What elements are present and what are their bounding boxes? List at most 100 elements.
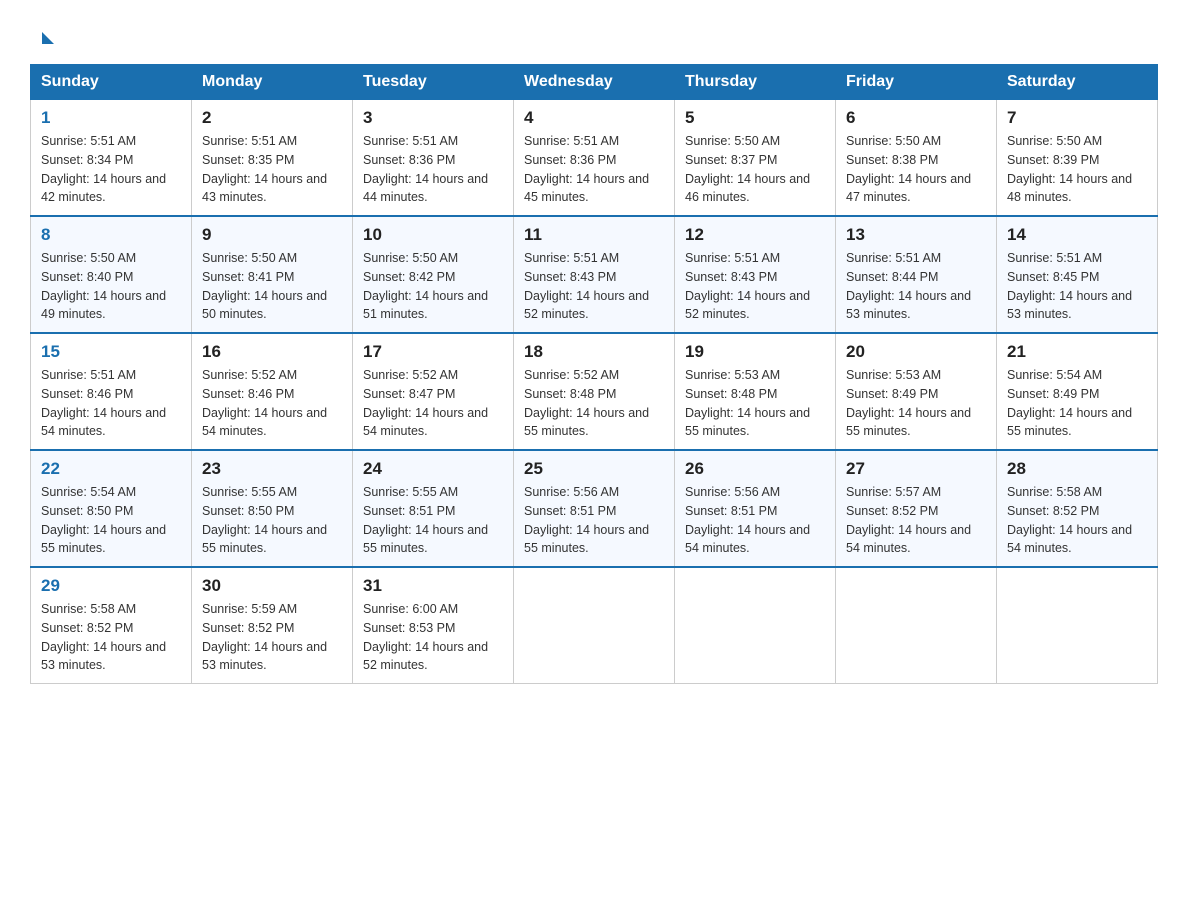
logo	[30, 20, 54, 48]
table-row: 8 Sunrise: 5:50 AMSunset: 8:40 PMDaylight…	[31, 216, 192, 333]
day-number: 28	[1007, 459, 1147, 479]
day-number: 22	[41, 459, 181, 479]
table-row	[836, 567, 997, 684]
table-row: 27 Sunrise: 5:57 AMSunset: 8:52 PMDayligh…	[836, 450, 997, 567]
table-row: 16Sunrise: 5:52 AMSunset: 8:46 PMDayligh…	[192, 333, 353, 450]
day-number: 18	[524, 342, 664, 362]
day-number: 14	[1007, 225, 1147, 245]
table-row: 25Sunrise: 5:56 AMSunset: 8:51 PMDayligh…	[514, 450, 675, 567]
day-number: 26	[685, 459, 825, 479]
day-number: 5	[685, 108, 825, 128]
day-info: Sunrise: 5:50 AMSunset: 8:37 PMDaylight:…	[685, 132, 825, 207]
day-info: Sunrise: 5:51 AMSunset: 8:43 PMDaylight:…	[524, 249, 664, 324]
day-info: Sunrise: 5:56 AMSunset: 8:51 PMDaylight:…	[524, 483, 664, 558]
calendar-day-header: Friday	[836, 65, 997, 100]
day-number: 11	[524, 225, 664, 245]
day-info: Sunrise: 5:51 AMSunset: 8:34 PMDaylight:…	[41, 132, 181, 207]
day-info: Sunrise: 5:58 AMSunset: 8:52 PMDaylight:…	[41, 600, 181, 675]
day-info: Sunrise: 5:56 AMSunset: 8:51 PMDaylight:…	[685, 483, 825, 558]
day-info: Sunrise: 5:50 AMSunset: 8:40 PMDaylight:…	[41, 249, 181, 324]
day-info: Sunrise: 5:51 AMSunset: 8:36 PMDaylight:…	[363, 132, 503, 207]
day-number: 4	[524, 108, 664, 128]
table-row: 7Sunrise: 5:50 AMSunset: 8:39 PMDaylight…	[997, 100, 1158, 217]
day-info: Sunrise: 5:52 AMSunset: 8:48 PMDaylight:…	[524, 366, 664, 441]
day-number: 2	[202, 108, 342, 128]
table-row: 1 Sunrise: 5:51 AMSunset: 8:34 PMDaylight…	[31, 100, 192, 217]
table-row: 23 Sunrise: 5:55 AMSunset: 8:50 PMDayligh…	[192, 450, 353, 567]
day-number: 20	[846, 342, 986, 362]
table-row: 22 Sunrise: 5:54 AMSunset: 8:50 PMDayligh…	[31, 450, 192, 567]
table-row: 2 Sunrise: 5:51 AMSunset: 8:35 PMDaylight…	[192, 100, 353, 217]
day-number: 23	[202, 459, 342, 479]
table-row: 4 Sunrise: 5:51 AMSunset: 8:36 PMDaylight…	[514, 100, 675, 217]
table-row: 6Sunrise: 5:50 AMSunset: 8:38 PMDaylight…	[836, 100, 997, 217]
day-info: Sunrise: 5:58 AMSunset: 8:52 PMDaylight:…	[1007, 483, 1147, 558]
calendar-table: SundayMondayTuesdayWednesdayThursdayFrid…	[30, 64, 1158, 684]
table-row: 11 Sunrise: 5:51 AMSunset: 8:43 PMDayligh…	[514, 216, 675, 333]
table-row: 31 Sunrise: 6:00 AMSunset: 8:53 PMDayligh…	[353, 567, 514, 684]
day-info: Sunrise: 5:51 AMSunset: 8:45 PMDaylight:…	[1007, 249, 1147, 324]
table-row: 26 Sunrise: 5:56 AMSunset: 8:51 PMDayligh…	[675, 450, 836, 567]
day-number: 7	[1007, 108, 1147, 128]
day-number: 9	[202, 225, 342, 245]
day-info: Sunrise: 5:51 AMSunset: 8:43 PMDaylight:…	[685, 249, 825, 324]
table-row: 14 Sunrise: 5:51 AMSunset: 8:45 PMDayligh…	[997, 216, 1158, 333]
day-info: Sunrise: 5:51 AMSunset: 8:35 PMDaylight:…	[202, 132, 342, 207]
table-row: 19Sunrise: 5:53 AMSunset: 8:48 PMDayligh…	[675, 333, 836, 450]
day-info: Sunrise: 5:50 AMSunset: 8:38 PMDaylight:…	[846, 132, 986, 207]
page-header	[30, 20, 1158, 48]
calendar-day-header: Saturday	[997, 65, 1158, 100]
day-number: 1	[41, 108, 181, 128]
calendar-day-header: Wednesday	[514, 65, 675, 100]
calendar-week-row: 15 Sunrise: 5:51 AMSunset: 8:46 PMDayligh…	[31, 333, 1158, 450]
day-number: 30	[202, 576, 342, 596]
calendar-day-header: Monday	[192, 65, 353, 100]
table-row	[675, 567, 836, 684]
day-info: Sunrise: 5:55 AMSunset: 8:50 PMDaylight:…	[202, 483, 342, 558]
table-row: 15 Sunrise: 5:51 AMSunset: 8:46 PMDayligh…	[31, 333, 192, 450]
table-row: 5 Sunrise: 5:50 AMSunset: 8:37 PMDaylight…	[675, 100, 836, 217]
day-info: Sunrise: 5:50 AMSunset: 8:41 PMDaylight:…	[202, 249, 342, 324]
calendar-week-row: 1 Sunrise: 5:51 AMSunset: 8:34 PMDaylight…	[31, 100, 1158, 217]
table-row	[514, 567, 675, 684]
calendar-week-row: 22 Sunrise: 5:54 AMSunset: 8:50 PMDayligh…	[31, 450, 1158, 567]
table-row: 18 Sunrise: 5:52 AMSunset: 8:48 PMDayligh…	[514, 333, 675, 450]
day-info: Sunrise: 5:51 AMSunset: 8:36 PMDaylight:…	[524, 132, 664, 207]
day-number: 8	[41, 225, 181, 245]
day-number: 13	[846, 225, 986, 245]
table-row: 9 Sunrise: 5:50 AMSunset: 8:41 PMDaylight…	[192, 216, 353, 333]
day-number: 12	[685, 225, 825, 245]
day-info: Sunrise: 5:59 AMSunset: 8:52 PMDaylight:…	[202, 600, 342, 675]
table-row: 28 Sunrise: 5:58 AMSunset: 8:52 PMDayligh…	[997, 450, 1158, 567]
day-info: Sunrise: 5:51 AMSunset: 8:44 PMDaylight:…	[846, 249, 986, 324]
table-row: 12 Sunrise: 5:51 AMSunset: 8:43 PMDayligh…	[675, 216, 836, 333]
table-row	[997, 567, 1158, 684]
table-row: 30 Sunrise: 5:59 AMSunset: 8:52 PMDayligh…	[192, 567, 353, 684]
day-info: Sunrise: 5:50 AMSunset: 8:42 PMDaylight:…	[363, 249, 503, 324]
day-number: 17	[363, 342, 503, 362]
day-info: Sunrise: 5:51 AMSunset: 8:46 PMDaylight:…	[41, 366, 181, 441]
calendar-day-header: Thursday	[675, 65, 836, 100]
table-row: 17Sunrise: 5:52 AMSunset: 8:47 PMDayligh…	[353, 333, 514, 450]
calendar-day-header: Tuesday	[353, 65, 514, 100]
day-number: 31	[363, 576, 503, 596]
table-row: 24 Sunrise: 5:55 AMSunset: 8:51 PMDayligh…	[353, 450, 514, 567]
calendar-week-row: 29Sunrise: 5:58 AMSunset: 8:52 PMDayligh…	[31, 567, 1158, 684]
day-info: Sunrise: 5:57 AMSunset: 8:52 PMDaylight:…	[846, 483, 986, 558]
day-info: Sunrise: 5:55 AMSunset: 8:51 PMDaylight:…	[363, 483, 503, 558]
day-number: 10	[363, 225, 503, 245]
day-info: Sunrise: 5:54 AMSunset: 8:50 PMDaylight:…	[41, 483, 181, 558]
day-info: Sunrise: 5:52 AMSunset: 8:46 PMDaylight:…	[202, 366, 342, 441]
calendar-header-row: SundayMondayTuesdayWednesdayThursdayFrid…	[31, 65, 1158, 100]
day-info: Sunrise: 5:54 AMSunset: 8:49 PMDaylight:…	[1007, 366, 1147, 441]
day-number: 15	[41, 342, 181, 362]
day-info: Sunrise: 5:53 AMSunset: 8:49 PMDaylight:…	[846, 366, 986, 441]
day-info: Sunrise: 6:00 AMSunset: 8:53 PMDaylight:…	[363, 600, 503, 675]
day-number: 24	[363, 459, 503, 479]
calendar-day-header: Sunday	[31, 65, 192, 100]
day-number: 27	[846, 459, 986, 479]
day-number: 3	[363, 108, 503, 128]
day-info: Sunrise: 5:53 AMSunset: 8:48 PMDaylight:…	[685, 366, 825, 441]
table-row: 13 Sunrise: 5:51 AMSunset: 8:44 PMDayligh…	[836, 216, 997, 333]
table-row: 3 Sunrise: 5:51 AMSunset: 8:36 PMDaylight…	[353, 100, 514, 217]
